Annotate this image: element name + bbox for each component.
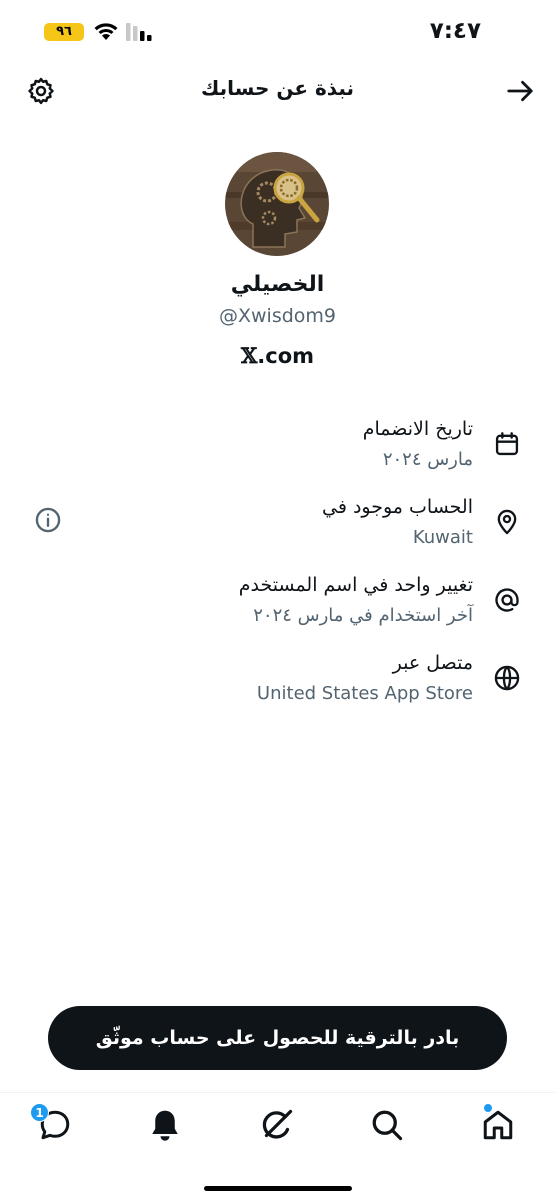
search-icon[interactable] [369,1107,405,1143]
info-value: مارس ٢٠٢٤ [382,449,473,470]
bell-icon[interactable] [147,1107,183,1143]
info-title: تغيير واحد في اسم المستخدم [238,574,473,596]
domain-label: 𝕏.com [0,343,555,368]
domain-suffix: .com [257,344,315,368]
info-value: Kuwait [412,527,473,548]
page-title: نبذة عن حسابك [200,76,355,100]
display-name: الخصيلي [230,272,325,297]
username-handle: @Xwisdom9 [218,305,336,327]
status-time: ٧:٤٧ [429,18,481,44]
wifi-icon [94,23,118,40]
info-row-join-date: تاريخ الانضمام مارس ٢٠٢٤ [0,418,555,488]
info-title: متصل عبر [392,652,473,674]
battery-indicator: ٩٦ [44,23,84,41]
status-bar: ٧:٤٧ ٩٦ [0,0,555,64]
home-notification-dot [484,1104,492,1112]
cellular-signal-icon [126,23,152,41]
x-logo: 𝕏 [240,343,258,368]
home-icon[interactable] [480,1107,516,1143]
upgrade-verified-button[interactable]: بادر بالترقية للحصول على حساب موثّق [48,1006,507,1070]
message-badge: 1 [30,1103,49,1122]
info-value: United States App Store [256,683,473,704]
info-value: آخر استخدام في مارس ٢٠٢٤ [253,605,473,626]
info-row-username-change: تغيير واحد في اسم المستخدم آخر استخدام ف… [0,574,555,644]
home-indicator [204,1186,352,1191]
info-circle-icon[interactable] [34,506,62,534]
location-pin-icon [497,509,517,535]
calendar-icon [495,432,519,456]
avatar[interactable] [225,152,329,256]
header: نبذة عن حسابك [0,64,555,116]
back-arrow-icon[interactable] [505,76,535,106]
info-row-connected-via: متصل عبر United States App Store [0,652,555,722]
grok-icon[interactable] [259,1107,295,1143]
info-row-location: الحساب موجود في Kuwait [0,496,555,566]
bottom-tab-bar [0,1092,555,1200]
info-title: الحساب موجود في [322,496,473,518]
globe-icon [494,665,520,691]
info-title: تاريخ الانضمام [362,418,473,440]
at-sign-icon [495,588,519,612]
